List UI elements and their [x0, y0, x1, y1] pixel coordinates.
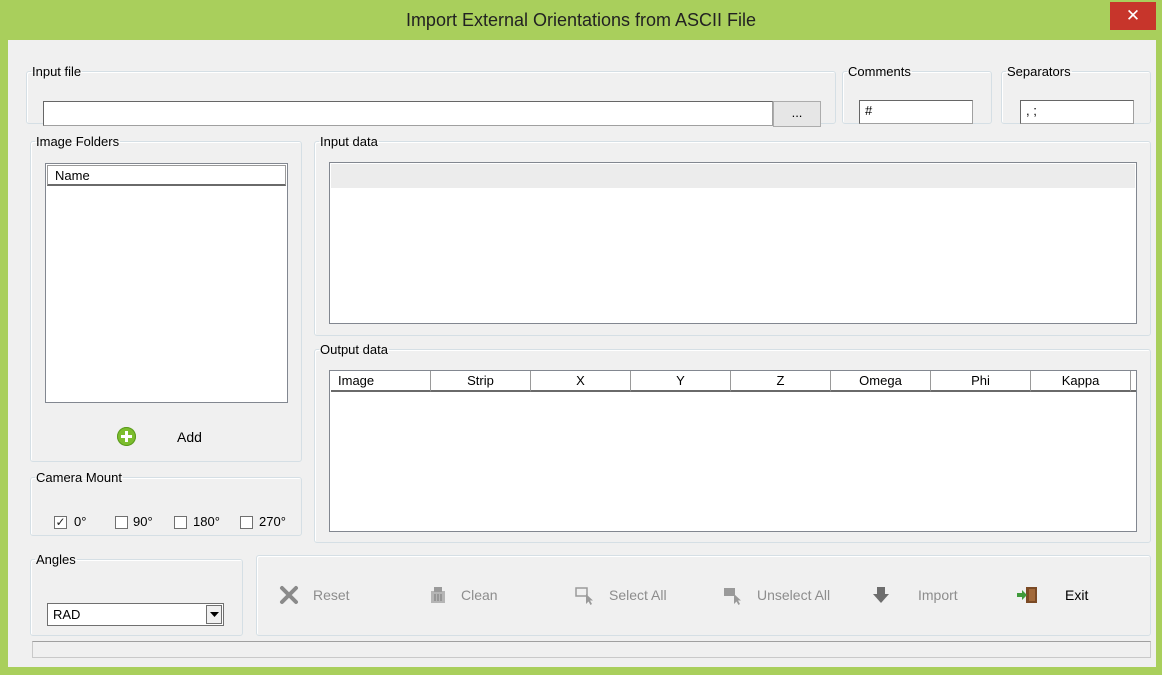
column-header-omega[interactable]: Omega [831, 371, 931, 392]
select-all-icon [575, 587, 593, 605]
mount-0-checkbox[interactable]: ✓ [54, 516, 67, 529]
comments-legend: Comments [848, 64, 911, 79]
mount-90-checkbox[interactable] [115, 516, 128, 529]
reset-label: Reset [313, 587, 350, 603]
input-file-path-field[interactable] [43, 101, 773, 126]
add-icon [121, 431, 132, 442]
input-data-legend: Input data [320, 134, 378, 149]
angles-selected-value: RAD [53, 607, 81, 622]
comments-field[interactable]: # [859, 100, 973, 124]
chevron-down-icon [209, 611, 219, 617]
clean-button[interactable]: Clean [429, 570, 498, 620]
clean-label: Clean [461, 587, 498, 603]
exit-button[interactable]: Exit [1017, 570, 1088, 620]
column-header-z[interactable]: Z [731, 371, 831, 392]
angles-legend: Angles [36, 552, 76, 567]
column-header-phi[interactable]: Phi [931, 371, 1031, 392]
unselect-all-label: Unselect All [757, 587, 831, 603]
dropdown-arrow[interactable] [206, 605, 222, 624]
column-header-x[interactable]: X [531, 371, 631, 392]
input-file-group: Input file ... [26, 64, 836, 127]
output-data-legend: Output data [320, 342, 388, 357]
action-toolbar: Reset Clean Select All Unselect All Impo… [256, 555, 1151, 636]
column-header-strip[interactable]: Strip [431, 371, 531, 392]
import-label: Import [918, 587, 958, 603]
input-data-group: Input data [314, 134, 1151, 336]
image-folders-legend: Image Folders [36, 134, 120, 149]
output-data-grid[interactable]: Image Strip X Y Z Omega Phi Kappa [329, 370, 1137, 532]
import-button[interactable]: Import [872, 570, 958, 620]
exit-door-icon [1017, 587, 1037, 603]
mount-180-checkbox[interactable] [174, 516, 187, 529]
title-bar[interactable]: Import External Orientations from ASCII … [0, 0, 1162, 40]
input-data-header [331, 164, 1135, 188]
x-icon [280, 586, 298, 604]
angles-group: Angles RAD [30, 552, 243, 636]
input-file-legend: Input file [32, 64, 82, 79]
select-all-button[interactable]: Select All [575, 570, 667, 620]
exit-label: Exit [1065, 587, 1089, 603]
angles-select[interactable]: RAD [47, 603, 224, 626]
camera-mount-legend: Camera Mount [36, 470, 122, 485]
dialog-client-area: Input file ... Comments # Separators , ;… [8, 40, 1156, 667]
mount-270-label: 270° [259, 514, 286, 529]
unselect-all-icon [724, 588, 741, 605]
browse-button[interactable]: ... [773, 101, 821, 127]
toolbar-buttons: Reset Clean Select All Unselect All Impo… [257, 570, 1152, 620]
camera-mount-group: Camera Mount ✓ 0° 90° 180° 270° [30, 470, 302, 536]
input-data-grid[interactable] [329, 162, 1137, 324]
add-folder-button[interactable] [117, 427, 136, 446]
column-header-image[interactable]: Image [331, 371, 431, 392]
close-button[interactable]: ✕ [1110, 2, 1156, 30]
separators-field[interactable]: , ; [1020, 100, 1134, 124]
clean-icon [431, 587, 445, 603]
reset-button[interactable]: Reset [279, 570, 350, 620]
add-folder-label[interactable]: Add [177, 429, 202, 445]
status-bar [32, 641, 1151, 658]
separators-group: Separators , ; [1001, 64, 1151, 124]
column-header-y[interactable]: Y [631, 371, 731, 392]
mount-180-label: 180° [193, 514, 220, 529]
select-all-label: Select All [609, 587, 667, 603]
column-header-filler [1131, 371, 1136, 392]
window-title: Import External Orientations from ASCII … [405, 9, 757, 30]
mount-0-label: 0° [74, 514, 87, 529]
column-header-name[interactable]: Name [47, 165, 286, 186]
unselect-all-button[interactable]: Unselect All [723, 570, 830, 620]
separators-legend: Separators [1007, 64, 1071, 79]
output-data-group: Output data Image Strip X Y Z Omega Phi … [314, 342, 1151, 543]
mount-270-checkbox[interactable] [240, 516, 253, 529]
image-folders-list[interactable]: Name [45, 163, 288, 403]
image-folders-group: Image Folders Name Add [30, 134, 302, 462]
column-header-kappa[interactable]: Kappa [1031, 371, 1131, 392]
arrow-down-icon [873, 587, 889, 603]
mount-90-label: 90° [133, 514, 153, 529]
comments-group: Comments # [842, 64, 992, 124]
import-dialog-window: Import External Orientations from ASCII … [0, 0, 1162, 675]
